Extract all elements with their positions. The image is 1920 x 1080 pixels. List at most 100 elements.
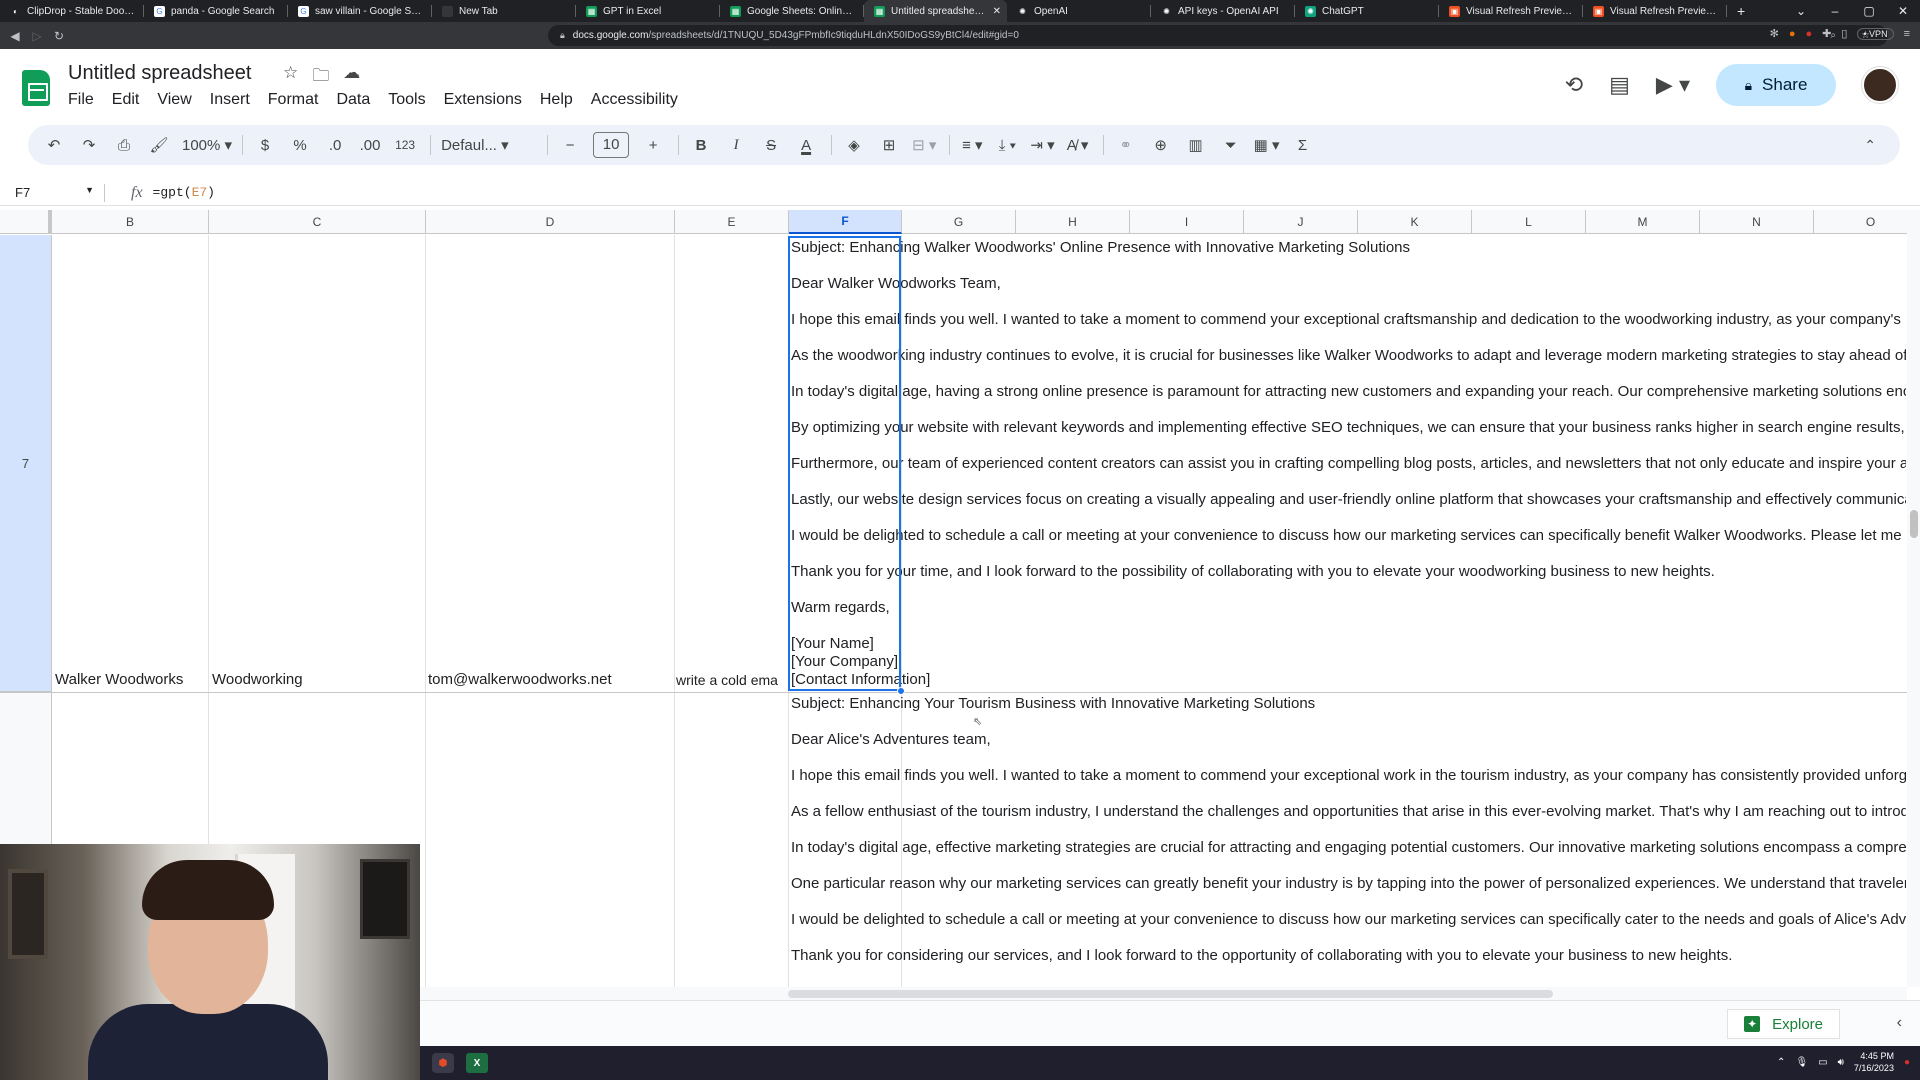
document-title[interactable]: Untitled spreadsheet (68, 62, 251, 85)
browser-tab[interactable]: ▦ GPT in Excel (576, 0, 719, 22)
cell-c7[interactable]: Woodworking (212, 671, 422, 688)
side-panel-chevron-icon[interactable]: ‹ (1897, 1014, 1902, 1032)
column-header-n[interactable]: N (1700, 210, 1814, 234)
currency-format-button[interactable]: $ (253, 137, 277, 154)
text-wrapping-icon[interactable]: ⇥ ▾ (1030, 136, 1054, 154)
tray-chevron-icon[interactable]: ⌃ (1777, 1057, 1785, 1068)
vpn-badge[interactable]: • VPN (1857, 27, 1894, 40)
column-header-b[interactable]: B (52, 210, 209, 234)
sheets-logo-icon[interactable] (22, 70, 50, 106)
vertical-align-icon[interactable]: ⤓ ▾ (995, 137, 1019, 154)
browser-tab[interactable]: ▦ Untitled spreadsheet - Goo✕ (864, 0, 1007, 22)
horizontal-align-icon[interactable]: ≡ ▾ (960, 136, 984, 154)
column-header-c[interactable]: C (209, 210, 426, 234)
version-history-icon[interactable]: ⟲ (1565, 72, 1583, 98)
horizontal-scroll-thumb[interactable] (788, 990, 1553, 998)
account-avatar[interactable] (1862, 67, 1898, 103)
extension-icon[interactable]: ● (1805, 28, 1812, 40)
minimize-icon[interactable]: – (1818, 4, 1852, 18)
column-header-h[interactable]: H (1016, 210, 1130, 234)
insert-link-icon[interactable]: ⚭ (1114, 136, 1138, 154)
extension-icon[interactable]: ✻ (1770, 27, 1779, 40)
menu-item-format[interactable]: Format (268, 91, 319, 109)
browser-tab[interactable]: Gsaw villain - Google Search (288, 0, 431, 22)
menu-item-insert[interactable]: Insert (210, 91, 250, 109)
column-header-k[interactable]: K (1358, 210, 1472, 234)
sidebar-icon[interactable]: ▯ (1841, 27, 1847, 40)
share-button[interactable]: 🔒︎ Share (1716, 64, 1836, 106)
text-rotation-icon[interactable]: A̸ ▾ (1066, 136, 1090, 154)
excel-taskbar-icon[interactable]: X (466, 1053, 488, 1073)
network-icon[interactable]: ▭ (1818, 1057, 1827, 1068)
menu-item-data[interactable]: Data (336, 91, 370, 109)
cell-e7[interactable]: write a cold ema (676, 672, 787, 688)
increase-decimal-button[interactable]: .00 (358, 137, 382, 154)
functions-button[interactable]: Σ (1290, 137, 1314, 154)
name-box[interactable]: F7 ▼ (0, 185, 104, 200)
browser-tab[interactable]: Gpanda - Google Search (144, 0, 287, 22)
print-icon[interactable]: ⎙ (112, 137, 136, 154)
menu-item-tools[interactable]: Tools (388, 91, 425, 109)
close-window-icon[interactable]: ✕ (1886, 4, 1920, 18)
decrease-font-size-button[interactable]: − (558, 137, 582, 154)
browser-tab[interactable]: ✺ OpenAI (1007, 0, 1150, 22)
browser-tab[interactable]: ✺ API keys - OpenAI API (1151, 0, 1294, 22)
text-color-button[interactable]: A (794, 137, 818, 154)
menu-item-extensions[interactable]: Extensions (444, 91, 522, 109)
browser-tab[interactable]: ▣ Visual Refresh Preview - Micr (1439, 0, 1582, 22)
more-formats-button[interactable]: 123 (393, 138, 417, 152)
column-header-o[interactable]: O (1814, 210, 1907, 234)
browser-menu-icon[interactable]: ≡ (1904, 28, 1910, 40)
bold-button[interactable]: B (689, 137, 713, 154)
select-all-corner[interactable] (0, 210, 52, 234)
meet-video-icon[interactable]: ▶︎ ▾ (1656, 72, 1690, 98)
increase-font-size-button[interactable]: + (641, 137, 665, 154)
fill-color-icon[interactable]: ◈ (842, 136, 866, 154)
font-select[interactable]: Defaul... ▾ (441, 136, 537, 154)
column-header-l[interactable]: L (1472, 210, 1586, 234)
taskbar-app-icon[interactable]: ⬢ (432, 1053, 454, 1073)
vertical-scroll-thumb[interactable] (1910, 510, 1918, 538)
notification-icon[interactable]: ● (1904, 1057, 1910, 1068)
font-size-input[interactable]: 10 (593, 132, 630, 158)
column-header-f[interactable]: F (789, 210, 902, 234)
undo-icon[interactable]: ↶ (42, 136, 66, 154)
explore-button[interactable]: ✦ Explore (1727, 1009, 1840, 1039)
insert-chart-icon[interactable]: ▥ (1184, 136, 1208, 154)
percent-format-button[interactable]: % (288, 137, 312, 154)
column-header-i[interactable]: I (1130, 210, 1244, 234)
fill-handle[interactable] (897, 687, 905, 695)
filter-icon[interactable]: ⏷ (1219, 137, 1243, 154)
column-header-g[interactable]: G (902, 210, 1016, 234)
formula-input[interactable]: =gpt(E7) (153, 185, 215, 200)
filter-views-icon[interactable]: ▦ ▾ (1254, 136, 1280, 154)
paint-format-icon[interactable]: 🖌︎ (147, 136, 171, 154)
borders-icon[interactable]: ⊞ (877, 136, 901, 154)
comments-icon[interactable]: ▤ (1609, 72, 1630, 98)
microphone-icon[interactable]: 🎙︎ (1795, 1057, 1808, 1068)
taskbar-clock[interactable]: 4:45 PM 7/16/2023 (1854, 1050, 1894, 1074)
browser-tab[interactable]: ◐ ClipDrop - Stable Doodle (0, 0, 143, 22)
cloud-status-icon[interactable]: ☁︎ (343, 63, 360, 92)
reload-icon[interactable]: ↻ (48, 29, 70, 43)
row-header-7[interactable]: 7 (0, 235, 52, 692)
menu-item-view[interactable]: View (157, 91, 191, 109)
star-icon[interactable]: ☆ (283, 63, 298, 92)
address-bar[interactable]: 🔒︎ docs.google.com/spreadsheets/d/1TNUQU… (548, 25, 1888, 46)
close-tab-icon[interactable]: ✕ (993, 6, 1001, 17)
volume-icon[interactable]: 🔊︎ (1838, 1057, 1844, 1068)
new-tab-button[interactable]: + (1727, 3, 1755, 19)
cell-d7[interactable]: tom@walkerwoodworks.net (428, 671, 670, 688)
browser-tab[interactable]: ✺ ChatGPT (1295, 0, 1438, 22)
vertical-scrollbar[interactable] (1907, 210, 1920, 987)
browser-tab[interactable]: ▣ Visual Refresh Preview - Micr (1583, 0, 1726, 22)
menu-item-accessibility[interactable]: Accessibility (591, 91, 678, 109)
column-header-d[interactable]: D (426, 210, 675, 234)
maximize-icon[interactable]: ▢ (1852, 4, 1886, 18)
column-header-j[interactable]: J (1244, 210, 1358, 234)
move-folder-icon[interactable]: 🗀︎ (312, 63, 329, 92)
forward-icon[interactable]: ▷ (26, 29, 48, 43)
tab-search-icon[interactable]: ⌄ (1784, 4, 1818, 18)
browser-tab[interactable]: New Tab (432, 0, 575, 22)
horizontal-scrollbar[interactable] (420, 987, 1907, 1000)
